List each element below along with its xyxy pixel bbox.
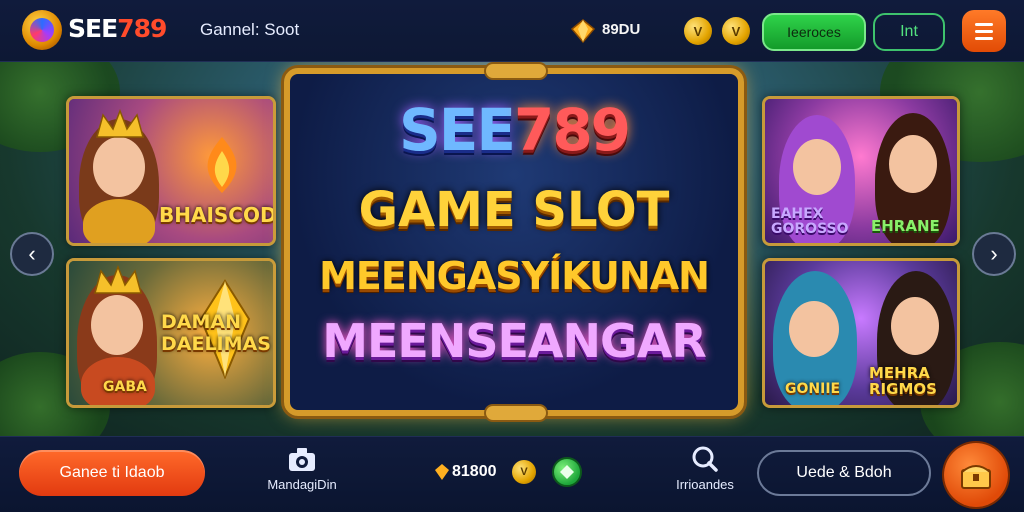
play-game-button[interactable]: Ganee ti Idaob — [19, 450, 205, 496]
card-label: GONIIE — [785, 381, 841, 397]
card-label-secondary: MEHRA RIGMOS — [869, 364, 937, 398]
amount-value: 81800 — [452, 463, 497, 480]
brand-suffix: 789 — [117, 14, 167, 43]
treasure-icon[interactable] — [944, 443, 1008, 507]
search-icon — [692, 446, 718, 472]
chevron-right-icon[interactable]: › — [972, 232, 1016, 276]
logo-icon[interactable] — [22, 10, 62, 50]
brand-name[interactable]: SEE789 — [68, 14, 167, 43]
character-face — [891, 297, 939, 355]
top-bar: SEE789 Gannel: Soot 89DU V V Ieeroces In… — [0, 0, 1024, 62]
brand-prefix: SEE — [68, 14, 118, 43]
character-face — [889, 135, 937, 193]
coin-symbol: V — [731, 23, 741, 39]
hero-subheadline: MEENGASYÍKUNAN — [319, 254, 710, 298]
game-card[interactable]: GONIIE MEHRA RIGMOS — [762, 258, 960, 408]
character-face — [91, 295, 143, 355]
game-card[interactable]: DAMAN DAELIMAS GABA — [66, 258, 276, 408]
nav-item-search[interactable]: Irrioandes — [660, 445, 750, 492]
game-card[interactable]: EAHEX GOROSSO EHRANE — [762, 96, 960, 246]
nav-title[interactable]: Gannel: Soot — [200, 20, 299, 40]
game-lobby: SEE789 Gannel: Soot 89DU V V Ieeroces In… — [0, 0, 1024, 512]
hero-brand-prefix: SEE — [398, 96, 516, 164]
bottom-bar: Ganee ti Idaob MandagiDin 81800 V Irrioa… — [0, 436, 1024, 512]
chevron-left-icon[interactable]: ‹ — [10, 232, 54, 276]
hero-headline: GAME SLOT — [358, 182, 670, 238]
menu-icon[interactable] — [962, 10, 1006, 52]
game-card[interactable]: BHAISCOD — [66, 96, 276, 246]
card-sublabel: GABA — [103, 379, 147, 395]
card-label: EAHEX GOROSSO — [771, 206, 849, 237]
camera-icon — [289, 448, 315, 471]
hero-brand: SEE789 — [290, 96, 738, 164]
diamond-balance-icon — [570, 19, 596, 44]
character-face — [93, 137, 145, 197]
diamond-icon — [435, 464, 449, 480]
character-face — [789, 301, 839, 357]
login-button[interactable]: Int — [873, 13, 945, 51]
hero-frame: SEE789 GAME SLOT MEENGASYÍKUNAN MEENSEAN… — [284, 64, 744, 420]
card-label-secondary: EHRANE — [871, 217, 940, 235]
coin-symbol: V — [693, 23, 703, 39]
balance-value: 89DU — [602, 21, 641, 38]
flame-gem-icon — [207, 137, 237, 193]
coin-symbol: V — [520, 466, 528, 478]
gem-icon[interactable] — [552, 457, 582, 487]
treasure-glyph — [961, 465, 991, 489]
coin-icon[interactable]: V — [684, 17, 712, 45]
character-face — [793, 139, 841, 195]
deposit-button[interactable]: Uede & Bdoh — [757, 450, 931, 496]
hero-tagline: MEENSEANGAR — [322, 314, 707, 368]
hero-banner: BHAISCOD DAMAN DAELIMAS GABA SEE789 GAME… — [0, 62, 1024, 436]
character-outfit — [83, 199, 155, 243]
coin-icon[interactable]: V — [512, 460, 536, 484]
gem-glyph — [560, 465, 574, 479]
register-button[interactable]: Ieeroces — [762, 13, 866, 51]
card-label: BHAISCOD — [159, 203, 276, 227]
nav-label: MandagiDin — [267, 477, 337, 492]
crown-icon — [94, 265, 142, 294]
logo-center — [30, 18, 54, 42]
coin-icon[interactable]: V — [722, 17, 750, 45]
nav-label: Irrioandes — [676, 477, 734, 492]
crown-icon — [96, 109, 144, 138]
nav-item-management[interactable]: MandagiDin — [260, 445, 344, 492]
frame-ornament — [486, 64, 546, 78]
frame-ornament — [486, 406, 546, 420]
hero-brand-suffix: 789 — [513, 96, 631, 164]
card-label: DAMAN DAELIMAS — [161, 311, 271, 355]
